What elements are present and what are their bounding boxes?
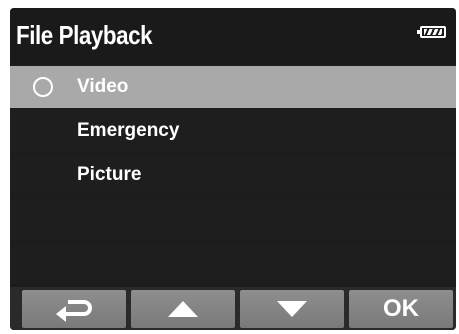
battery-full-icon	[417, 26, 446, 38]
menu-item-video[interactable]: Video	[10, 66, 456, 108]
page-title: File Playback	[16, 20, 153, 50]
return-arrow-icon	[56, 300, 92, 322]
title-bar: File Playback	[10, 8, 456, 64]
ok-button[interactable]: OK	[349, 290, 453, 328]
down-button[interactable]	[240, 290, 344, 328]
menu-item-label: Picture	[77, 164, 142, 185]
menu-item-label: Video	[77, 76, 129, 97]
menu-item-picture[interactable]: Picture	[10, 154, 456, 196]
menu-item-empty	[10, 198, 456, 240]
control-bar: OK	[10, 287, 456, 330]
menu-item-empty	[10, 242, 456, 284]
ok-button-label: OK	[383, 295, 419, 322]
up-button[interactable]	[131, 290, 235, 328]
triangle-down-icon	[277, 301, 307, 317]
back-button[interactable]	[22, 290, 126, 328]
battery-level-bars	[424, 29, 442, 35]
radio-selected-icon	[33, 77, 53, 97]
playback-menu: Video Emergency Picture	[10, 66, 456, 286]
dashcam-screen: File Playback Video Emergency Picture OK	[10, 8, 456, 330]
triangle-up-icon	[168, 301, 198, 317]
menu-item-label: Emergency	[77, 120, 180, 141]
menu-item-emergency[interactable]: Emergency	[10, 110, 456, 152]
battery-tip	[417, 30, 420, 34]
